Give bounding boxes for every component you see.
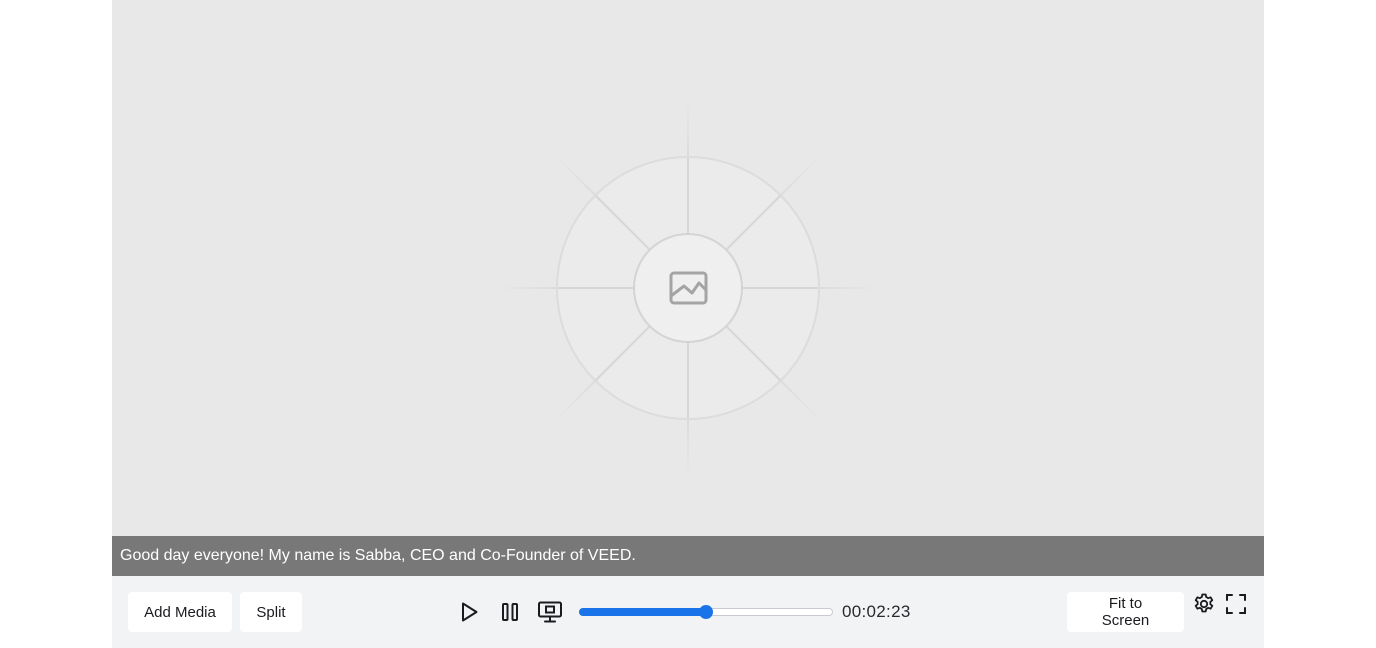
- play-icon[interactable]: [457, 600, 481, 624]
- media-placeholder: [498, 98, 878, 478]
- fullscreen-icon[interactable]: [1224, 592, 1248, 616]
- screen-icon[interactable]: [537, 599, 563, 625]
- scrubber-handle[interactable]: [699, 605, 713, 619]
- pause-icon[interactable]: [498, 600, 522, 624]
- player-toolbar: Add Media Split 00:02:23 Fit to Screen: [112, 576, 1264, 648]
- subtitle-bar[interactable]: Good day everyone! My name is Sabba, CEO…: [112, 536, 1264, 576]
- timeline-scrubber[interactable]: [579, 605, 833, 619]
- fit-to-screen-button[interactable]: Fit to Screen: [1067, 592, 1184, 632]
- video-preview[interactable]: Good day everyone! My name is Sabba, CEO…: [112, 0, 1264, 576]
- scrubber-progress: [579, 608, 706, 616]
- subtitle-text: Good day everyone! My name is Sabba, CEO…: [120, 547, 636, 564]
- current-time: 00:02:23: [842, 602, 911, 621]
- split-button[interactable]: Split: [240, 592, 302, 632]
- gear-icon[interactable]: [1192, 592, 1216, 616]
- add-media-button[interactable]: Add Media: [128, 592, 232, 632]
